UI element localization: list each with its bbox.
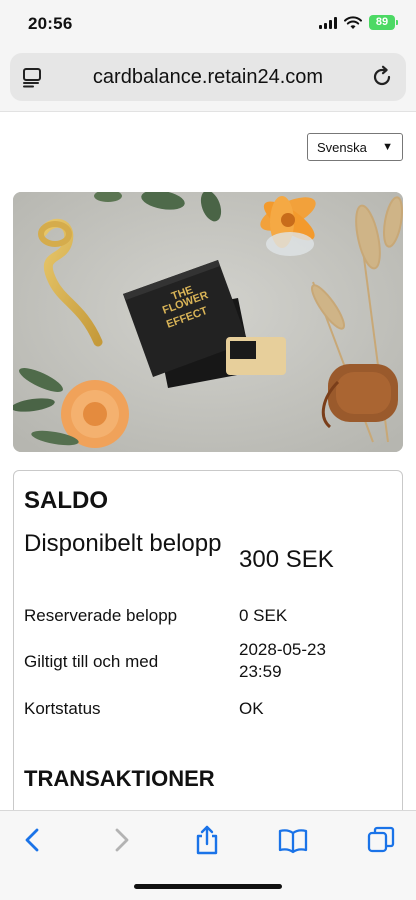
reserved-amount-row: Reserverade belopp 0 SEK — [24, 605, 394, 629]
battery-level: 89 — [369, 15, 395, 30]
available-amount-label: Disponibelt belopp — [24, 530, 222, 557]
valid-until-label: Giltigt till och med — [24, 652, 159, 671]
address-bar[interactable]: cardbalance.retain24.com — [10, 53, 406, 101]
reserved-amount-value: 0 SEK — [239, 606, 288, 625]
card-status-row: Kortstatus OK — [24, 698, 394, 722]
battery-icon: 89 — [369, 15, 398, 30]
available-amount-row: Disponibelt belopp 300 SEK — [24, 529, 394, 593]
bookmarks-icon[interactable] — [278, 825, 308, 855]
language-selected: Svenska — [317, 139, 367, 155]
card-status-value: OK — [239, 699, 264, 718]
hero-image: THE FLOWER EFFECT — [13, 192, 403, 452]
share-icon[interactable] — [192, 825, 222, 855]
card-status-label: Kortstatus — [24, 699, 101, 718]
status-icons: 89 — [319, 15, 398, 30]
browser-chrome: cardbalance.retain24.com — [0, 50, 416, 112]
language-select[interactable]: Svenska ▼ — [307, 133, 403, 161]
home-indicator — [134, 884, 282, 889]
valid-until-row: Giltigt till och med 2028-05-23 23:59 — [24, 639, 394, 685]
valid-until-value: 2028-05-23 23:59 — [239, 640, 326, 681]
transactions-title: TRANSAKTIONER — [24, 766, 215, 791]
tabs-icon[interactable] — [366, 825, 396, 855]
forward-icon[interactable] — [106, 825, 136, 855]
back-icon[interactable] — [18, 825, 48, 855]
url-text[interactable]: cardbalance.retain24.com — [10, 66, 406, 89]
signal-icon — [319, 16, 337, 29]
wifi-icon — [344, 15, 362, 29]
reload-icon[interactable] — [370, 65, 394, 89]
reserved-amount-label: Reserverade belopp — [24, 606, 178, 625]
gift-card-photo: THE FLOWER EFFECT — [13, 192, 403, 452]
status-bar: 20:56 89 — [0, 0, 416, 50]
available-amount-value: 300 SEK — [239, 546, 334, 573]
chevron-down-icon: ▼ — [382, 141, 393, 153]
status-time: 20:56 — [28, 14, 73, 33]
balance-title: SALDO — [24, 487, 108, 514]
